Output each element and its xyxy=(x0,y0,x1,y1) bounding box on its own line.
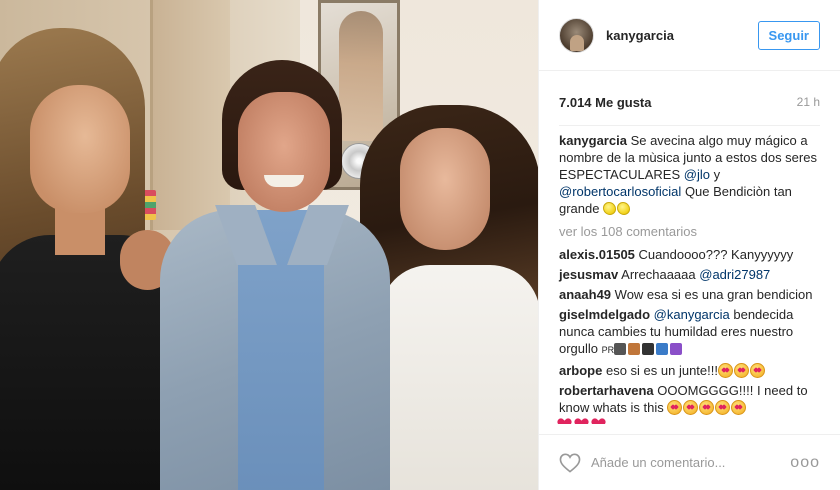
post-header: kanygarcia Seguir xyxy=(539,0,840,71)
lemon-emoji xyxy=(603,202,617,215)
comment-text: eso si es un junte!!! xyxy=(605,363,718,378)
comment-username[interactable]: giselmdelgado xyxy=(559,307,650,322)
person-left-face xyxy=(30,85,130,213)
post-photo[interactable] xyxy=(0,0,538,490)
heart-icon[interactable] xyxy=(559,453,581,473)
heart-eyes-emoji xyxy=(667,400,683,415)
person-middle-smile xyxy=(264,175,304,187)
person-right-top xyxy=(380,265,538,490)
caption-mention-jlo[interactable]: @jlo xyxy=(684,167,710,182)
heart-eyes-emoji xyxy=(683,400,699,415)
microphone-emoji xyxy=(614,343,627,355)
poster-figure xyxy=(339,11,383,141)
red-heart-emoji xyxy=(559,419,570,424)
list-item: arbope eso si es un junte!!! xyxy=(559,362,820,379)
comment-text: Arrechaaaaa xyxy=(621,267,696,282)
likes-count[interactable]: 7.014 Me gusta xyxy=(559,95,652,110)
avatar[interactable] xyxy=(559,17,594,53)
person-middle-face xyxy=(238,92,330,212)
comments-list: kanygarcia Se avecina algo muy mágico a … xyxy=(539,126,840,424)
music-emoji xyxy=(656,343,669,355)
photo-background-door xyxy=(150,0,230,230)
comment-username[interactable]: alexis.01505 xyxy=(559,247,635,262)
caption-mention-robertocarlos[interactable]: @robertocarlosoficial xyxy=(559,184,681,199)
follow-button[interactable]: Seguir xyxy=(757,20,820,50)
heart-eyes-emoji xyxy=(699,400,715,415)
list-item: anaah49 Wow esa si es una gran bendicion xyxy=(559,286,820,303)
comment-username[interactable]: robertarhavena xyxy=(559,383,654,398)
view-more-comments-link[interactable]: ver los 108 comentarios xyxy=(559,223,820,240)
list-item: jesusmav Arrechaaaaa @adri27987 xyxy=(559,266,820,283)
red-heart-emoji xyxy=(576,419,587,424)
red-heart-emoji xyxy=(593,419,604,424)
header-username[interactable]: kanygarcia xyxy=(606,28,758,43)
comment-text: Wow esa si es una gran bendicion xyxy=(614,287,813,302)
caption-username[interactable]: kanygarcia xyxy=(559,133,627,148)
comment-text-tail: PR xyxy=(601,345,615,355)
heart-eyes-emoji xyxy=(733,363,749,378)
heart-eyes-emoji xyxy=(717,363,733,378)
heart-eyes-emoji xyxy=(749,363,765,378)
microphone-emoji xyxy=(642,343,655,355)
comment-username[interactable]: arbope xyxy=(559,363,602,378)
options-icon[interactable]: ooo xyxy=(790,454,820,472)
list-item: alexis.01505 Cuandoooo??? Kanyyyyyy xyxy=(559,246,820,263)
list-item: robertarhavena OOOMGGGG!!!! I need to kn… xyxy=(559,382,820,424)
person-right-face xyxy=(400,128,490,250)
post-meta: 7.014 Me gusta 21 h xyxy=(539,71,840,115)
comment-username[interactable]: anaah49 xyxy=(559,287,611,302)
heart-eyes-emoji xyxy=(731,400,747,415)
heart-eyes-emoji xyxy=(715,400,731,415)
caption-text-2: y xyxy=(713,167,721,182)
post-time[interactable]: 21 h xyxy=(797,95,820,109)
caption: kanygarcia Se avecina algo muy mágico a … xyxy=(559,132,820,217)
comment-text: Cuandoooo??? Kanyyyyyy xyxy=(638,247,794,262)
comment-mention[interactable]: @adri27987 xyxy=(699,267,770,282)
add-comment-input[interactable] xyxy=(591,455,791,470)
list-item: giselmdelgado @kanygarcia bendecida nunc… xyxy=(559,306,820,359)
comment-mention[interactable]: @kanygarcia xyxy=(654,307,730,322)
comment-footer: ooo xyxy=(539,434,840,490)
music-emoji xyxy=(670,343,683,355)
post-side-panel: kanygarcia Seguir 7.014 Me gusta 21 h ka… xyxy=(538,0,840,490)
lemon-emoji xyxy=(617,202,631,215)
comment-username[interactable]: jesusmav xyxy=(559,267,618,282)
guitar-emoji xyxy=(628,343,641,355)
